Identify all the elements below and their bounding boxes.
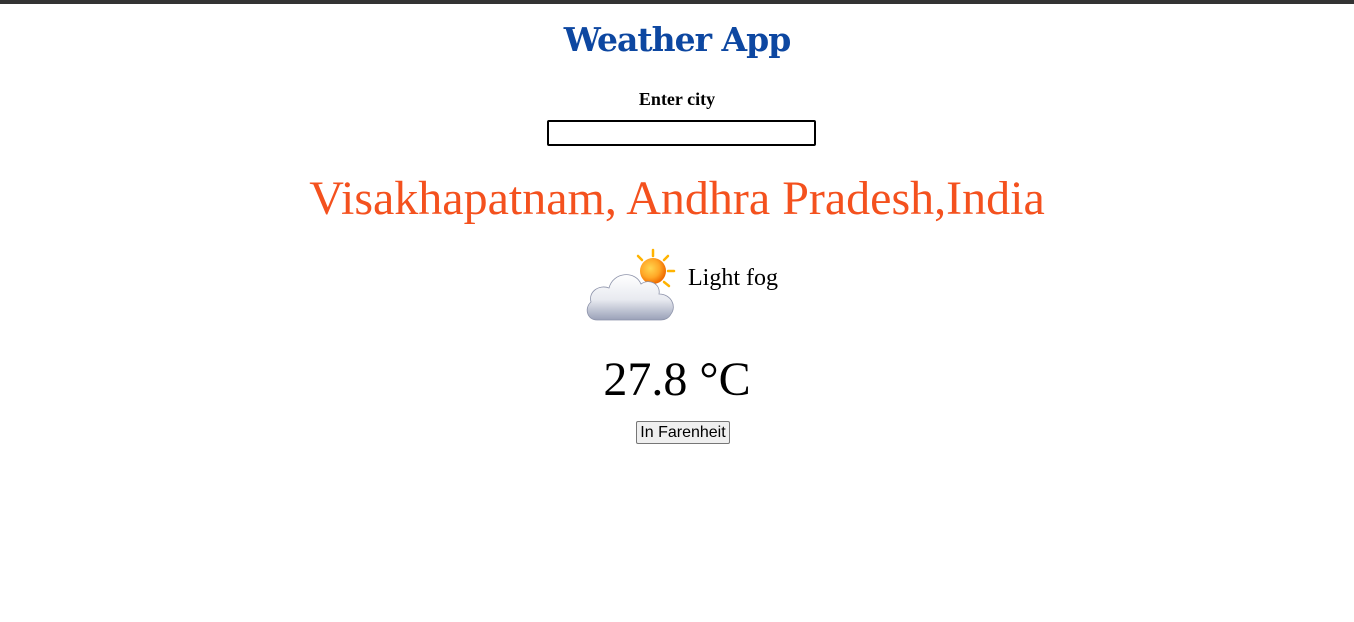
city-input[interactable] [547,120,816,146]
partly-cloudy-icon [586,248,676,321]
top-bar [0,0,1354,4]
city-input-label: Enter city [638,89,716,109]
location-name: Visakhapatnam, Andhra Pradesh,India [309,172,1045,225]
weather-app-page: Weather App Enter city Visakhapatnam, An… [0,0,1354,622]
temperature-value: 27.8 °C [603,353,751,406]
condition-row: Light fog [0,246,1354,330]
weather-condition: Light fog [688,265,778,291]
fahrenheit-toggle-button[interactable]: In Farenheit [636,421,730,444]
app-title: Weather App [563,20,792,59]
